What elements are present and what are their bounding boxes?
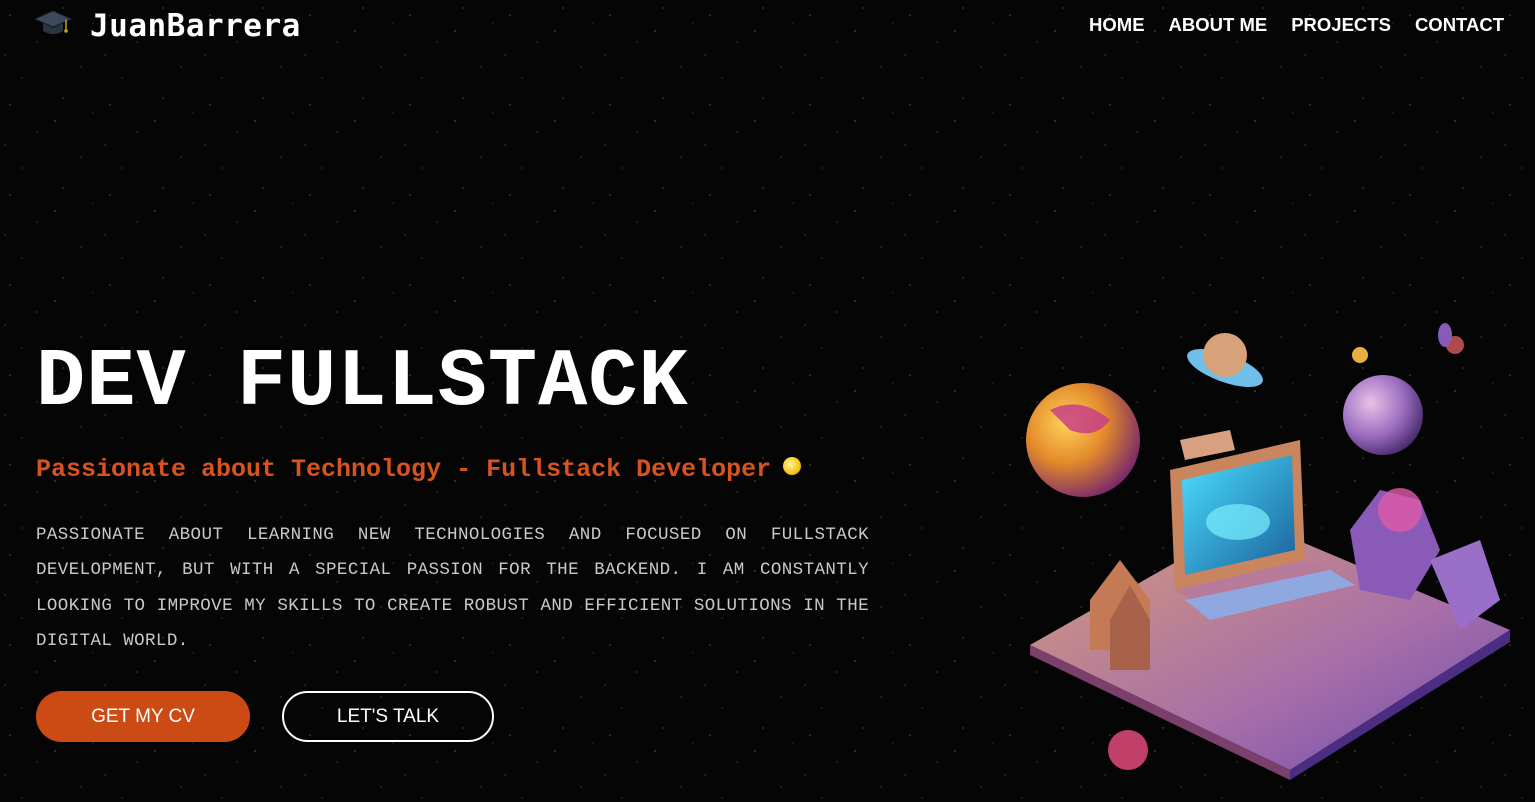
- lets-talk-button[interactable]: LET'S TALK: [282, 691, 494, 742]
- site-logo[interactable]: JuanBarrera: [33, 8, 301, 44]
- graduation-cap-icon: [33, 8, 73, 44]
- logo-text: JuanBarrera: [90, 8, 301, 44]
- hero-subtitle: Passionate about Technology - Fullstack …: [36, 455, 802, 484]
- lightbulb-icon: [783, 456, 802, 475]
- main-nav: HOME ABOUT ME PROJECTS CONTACT: [1089, 14, 1504, 36]
- hero-subtitle-text: Passionate about Technology - Fullstack …: [36, 455, 772, 484]
- nav-projects[interactable]: PROJECTS: [1291, 14, 1391, 36]
- hero-description: PASSIONATE ABOUT LEARNING NEW TECHNOLOGI…: [36, 525, 869, 651]
- get-cv-button[interactable]: GET MY CV: [36, 691, 250, 742]
- site-header: JuanBarrera HOME ABOUT ME PROJECTS CONTA…: [0, 0, 1535, 56]
- nav-contact[interactable]: CONTACT: [1415, 14, 1504, 36]
- nav-home[interactable]: HOME: [1089, 14, 1145, 36]
- nav-about-me[interactable]: ABOUT ME: [1169, 14, 1268, 36]
- hero-title: DEV FULLSTACK: [36, 336, 689, 429]
- isometric-computer-illustration: [1026, 323, 1510, 780]
